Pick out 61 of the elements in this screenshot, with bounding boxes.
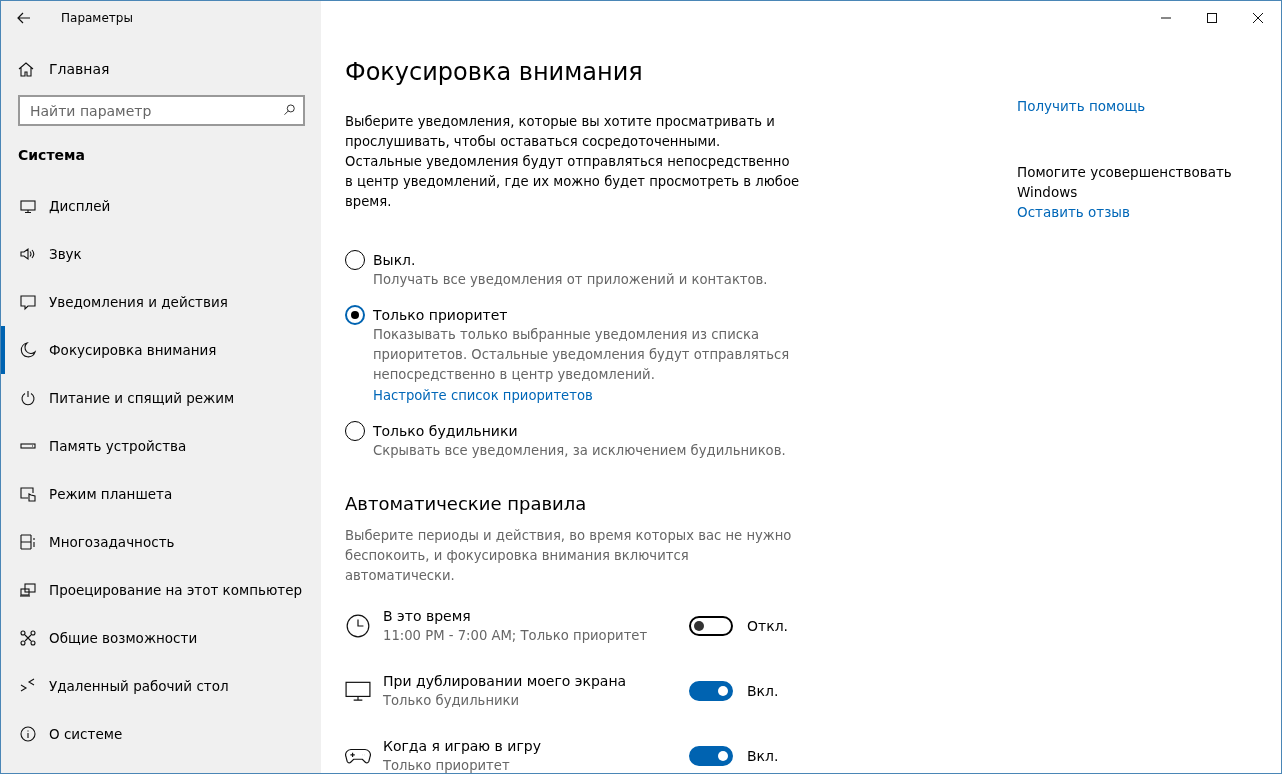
- projector-icon: [19, 581, 37, 599]
- sidebar-item[interactable]: Питание и спящий режим: [1, 374, 321, 422]
- sidebar-item[interactable]: Уведомления и действия: [1, 278, 321, 326]
- rule-title: При дублировании моего экрана: [383, 672, 628, 691]
- intro-text: Выберите уведомления, которые вы хотите просматривать и прослушивать, чтобы оставаться сосредоточенными. Остальные уведомления будут отправляться непосредственно в центр уведомлений, где их можно будет просмотреть в любое время.: [345, 113, 800, 211]
- search-icon: [283, 103, 297, 117]
- rule-subtitle: Только будильники: [383, 692, 521, 710]
- toggle-switch[interactable]: [689, 681, 733, 701]
- rule-title: В это время: [383, 607, 472, 626]
- sidebar-item[interactable]: О системе: [1, 710, 321, 758]
- option-description: Показывать только выбранные уведомления из списка приоритетов. Остальные уведомления будут отправляться непосредственно в центр уведомлений.: [373, 326, 791, 384]
- speaker-icon: [19, 245, 37, 263]
- tablet-hand-icon: [19, 485, 37, 503]
- sidebar-item[interactable]: Удаленный рабочий стол: [1, 662, 321, 710]
- clock-icon: [345, 613, 371, 639]
- rule-title: Когда я играю в игру: [383, 737, 542, 756]
- speech-bubble-icon: [19, 293, 37, 311]
- monitor-icon: [19, 197, 37, 215]
- toggle-switch[interactable]: [689, 616, 733, 636]
- sidebar-item[interactable]: Дисплей: [1, 182, 321, 230]
- improve-text: Помогите усовершенствовать Windows: [1017, 163, 1233, 202]
- toggle-label: Откл.: [747, 618, 789, 634]
- window-title: Параметры: [61, 10, 133, 25]
- close-icon: [1253, 12, 1263, 23]
- rule-subtitle: 11:00 PM - 7:00 AM; Только приоритет: [383, 627, 649, 645]
- section-heading: Автоматические правила: [345, 493, 588, 514]
- radio-button[interactable]: [345, 250, 365, 270]
- multitask-icon: [19, 533, 37, 551]
- toggle-label: Вкл.: [747, 748, 779, 764]
- option-description: Получать все уведомления от приложений и контактов.: [373, 271, 769, 289]
- toggle-label: Вкл.: [747, 683, 779, 699]
- sidebar-item[interactable]: Память устройства: [1, 422, 321, 470]
- option-description: Скрывать все уведомления, за исключением будильников.: [373, 442, 787, 460]
- help-link[interactable]: Получить помощь: [1017, 96, 1146, 116]
- toggle-switch[interactable]: [689, 746, 733, 766]
- option-label: Только приоритет: [373, 306, 509, 325]
- info-icon: [19, 725, 37, 743]
- sidebar-item[interactable]: Режим планшета: [1, 470, 321, 518]
- feedback-link[interactable]: Оставить отзыв: [1017, 202, 1130, 222]
- radio-button[interactable]: [345, 305, 365, 325]
- priority-list-link[interactable]: Настройте список приоритетов: [373, 388, 593, 403]
- sidebar-item[interactable]: Проецирование на этот компьютер: [1, 566, 321, 614]
- sidebar-item[interactable]: Звук: [1, 230, 321, 278]
- back-arrow-icon: [17, 10, 31, 25]
- sidebar-item[interactable]: Общие возможности: [1, 614, 321, 662]
- option-label: Только будильники: [373, 422, 519, 441]
- maximize-icon: [1207, 12, 1217, 23]
- moon-icon: [19, 341, 37, 359]
- page-title: Фокусировка внимания: [345, 58, 644, 86]
- sidebar-item[interactable]: Фокусировка внимания: [1, 326, 321, 374]
- option-label: Выкл.: [373, 251, 417, 270]
- radio-button[interactable]: [345, 421, 365, 441]
- power-icon: [19, 389, 37, 407]
- home-link[interactable]: Главная: [17, 60, 110, 78]
- section-heading: Система: [18, 147, 86, 163]
- network-nodes-icon: [19, 629, 37, 647]
- rule-subtitle: Только приоритет: [383, 757, 511, 774]
- house-icon: [17, 60, 35, 78]
- rules-description: Выберите периоды и действия, во время которых вас не нужно беспокоить, и фокусировка внимания включится автоматически.: [345, 527, 793, 585]
- sidebar-item[interactable]: Многозадачность: [1, 518, 321, 566]
- search-field[interactable]: Найти параметр: [18, 95, 305, 126]
